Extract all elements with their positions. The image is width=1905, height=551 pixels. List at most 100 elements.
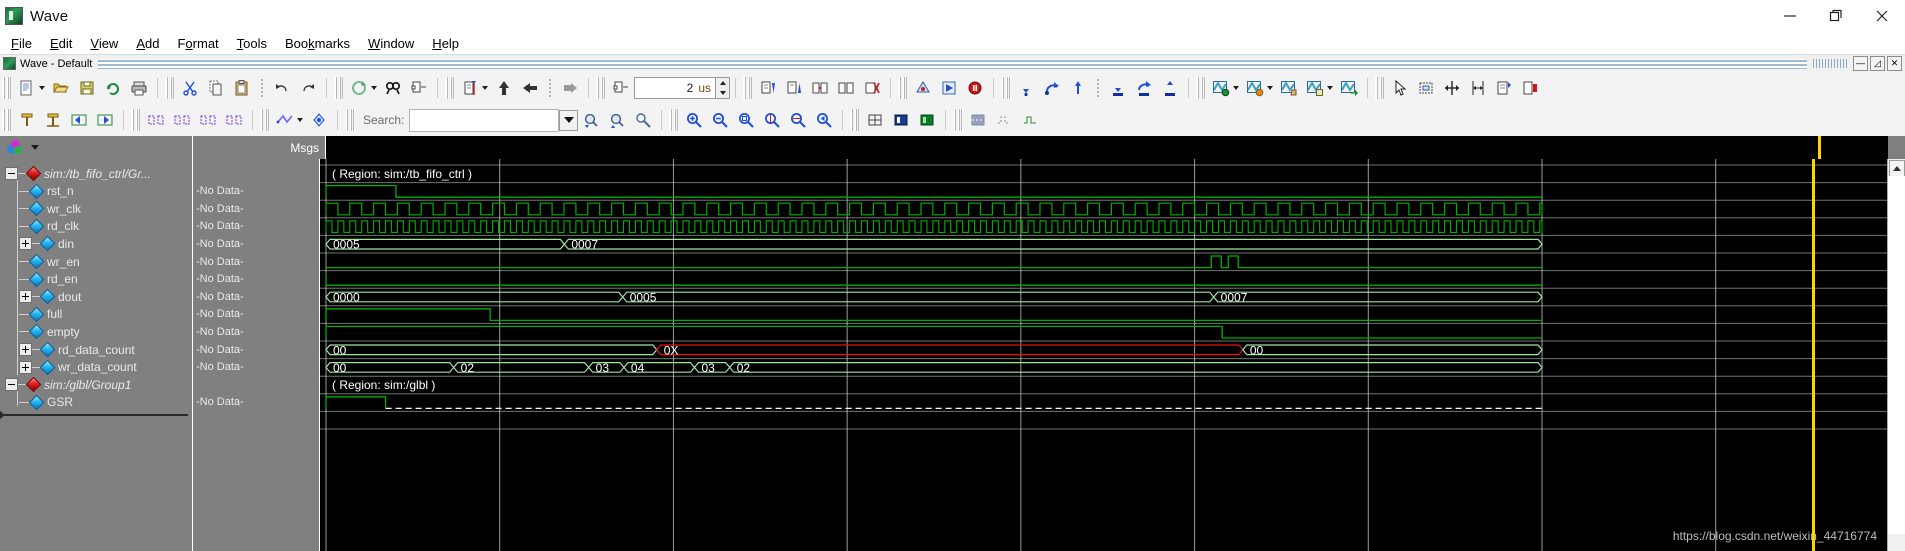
waveform-canvas[interactable]: ( Region: sim:/tb_fifo_ctrl ) ( Region: s… [320,159,1887,551]
restore-icon[interactable] [1813,0,1859,32]
toolbar-grip[interactable] [1375,76,1384,99]
find-prev-transition-icon[interactable] [492,76,516,100]
menu-item-edit[interactable]: Edit [41,34,81,53]
refresh-chevron-down-icon[interactable] [371,85,377,90]
toolbar-grip[interactable] [1001,76,1010,99]
close-icon[interactable] [1859,0,1905,32]
toolbar-grip[interactable] [2,109,11,131]
signal-row[interactable]: empty [0,323,192,340]
pan-mode-icon[interactable] [1440,76,1464,100]
signal-row[interactable]: GSR [0,394,192,411]
step-icon[interactable] [1014,76,1038,100]
run-length-stepper[interactable] [716,76,730,99]
scroll-up-button[interactable] [1889,160,1905,177]
grid-chevron-down-icon[interactable] [297,118,303,122]
minimize-pane[interactable]: — [1853,56,1868,71]
toolbar-grip[interactable] [2,76,11,99]
continue-icon[interactable] [1132,76,1156,100]
cursor-line-header[interactable] [1817,136,1821,159]
split-icon[interactable] [222,108,246,132]
expand-icon[interactable] [558,76,582,100]
measure-icon[interactable] [1466,76,1490,100]
zoom-in-icon[interactable] [682,108,706,132]
insert-cursor-icon[interactable] [458,76,482,100]
refresh-icon[interactable] [347,76,371,100]
signal-names-panel[interactable]: sim:/tb_fifo_ctrl/Gr... rst_n wr_clk rd_clk… [0,159,193,551]
search-history-chevron-down-icon[interactable] [559,109,579,131]
break-icon[interactable] [963,76,987,100]
signal-row[interactable]: rd_en [0,271,192,288]
run-all-icon[interactable] [1158,76,1182,100]
cursor-line[interactable] [1811,159,1815,551]
wave-format-literal-icon[interactable] [863,108,887,132]
undo-icon[interactable] [270,76,294,100]
menu-item-view[interactable]: View [81,34,127,53]
toggle-leaf-icon[interactable] [1518,76,1542,100]
chevron-down-icon[interactable] [31,145,39,150]
wave-style-c-icon[interactable] [1018,108,1042,132]
toolbar-grip[interactable] [1196,76,1205,99]
print-icon[interactable] [127,76,151,100]
pane-drag-grip[interactable] [98,58,1807,69]
close-pane[interactable]: ✕ [1887,56,1902,71]
signal-row[interactable]: wr_clk [0,200,192,217]
wave-style-a-icon[interactable] [966,108,990,132]
run-length-field[interactable]: 2 us [634,76,730,99]
remove-icon[interactable] [860,76,884,100]
edit-list-icon[interactable] [609,76,633,100]
signal-row[interactable]: rst_n [0,183,192,200]
signal-row[interactable]: dout [0,288,192,305]
toolbar-grip[interactable] [669,109,679,131]
expand-plus-icon[interactable] [19,290,32,304]
scrollbar-track[interactable] [1888,176,1905,534]
find-next-transition-icon[interactable] [518,76,542,100]
menu-item-add[interactable]: Add [127,34,168,53]
panel-resize-divider[interactable] [0,411,188,420]
run-icon[interactable] [1106,76,1130,100]
zoom-cursor-icon[interactable] [760,108,784,132]
step-out-icon[interactable] [1066,76,1090,100]
move-right-icon[interactable] [93,108,117,132]
toolbar-grip[interactable] [850,109,860,131]
minimize-icon[interactable] [1767,0,1813,32]
copy-icon[interactable] [204,76,228,100]
wave-new-icon[interactable] [1209,76,1233,100]
menu-item-format[interactable]: Format [168,34,227,53]
edit-mode-icon[interactable] [1492,76,1516,100]
menu-item-file[interactable]: File [2,34,41,53]
wave-format-logic-icon[interactable] [889,108,913,132]
select-mode-icon[interactable] [1388,76,1412,100]
reload-icon[interactable] [101,76,125,100]
sort-descending-icon[interactable] [756,76,780,100]
restore-pane[interactable]: ◿ [1870,56,1885,71]
toolbar-grip[interactable] [898,76,907,99]
wave-save-icon[interactable] [1303,76,1327,100]
search-options-icon[interactable] [631,108,655,132]
toolbar-grip[interactable] [743,76,752,99]
signal-row[interactable]: rd_clk [0,218,192,235]
group-waves-icon[interactable] [144,108,168,132]
open-icon[interactable] [49,76,73,100]
signal-row[interactable]: wr_data_count [0,359,192,376]
signal-row[interactable]: full [0,306,192,323]
wave-export-icon[interactable] [1337,76,1361,100]
new-chevron-down-icon[interactable] [39,85,45,90]
wave-open-chevron-down-icon[interactable] [1267,85,1273,90]
step-over-icon[interactable] [1040,76,1064,100]
restart-icon[interactable] [937,76,961,100]
ungroup-waves-icon[interactable] [170,108,194,132]
signal-row[interactable]: rd_data_count [0,341,192,358]
combine-icon[interactable] [196,108,220,132]
wave-save-chevron-down-icon[interactable] [1327,85,1333,90]
new-icon[interactable] [15,76,39,100]
zoom-last-icon[interactable] [812,108,836,132]
move-left-icon[interactable] [67,108,91,132]
signal-row[interactable]: wr_en [0,253,192,270]
collapse-minus-icon[interactable] [5,167,18,180]
cursor-chevron-down-icon[interactable] [482,85,488,90]
add-wave-icon[interactable] [15,108,39,132]
collapse-minus-icon[interactable] [5,378,18,392]
vertical-scrollbar[interactable] [1887,159,1905,551]
zoom-range-icon[interactable] [786,108,810,132]
wave-format-analog-icon[interactable] [915,108,939,132]
